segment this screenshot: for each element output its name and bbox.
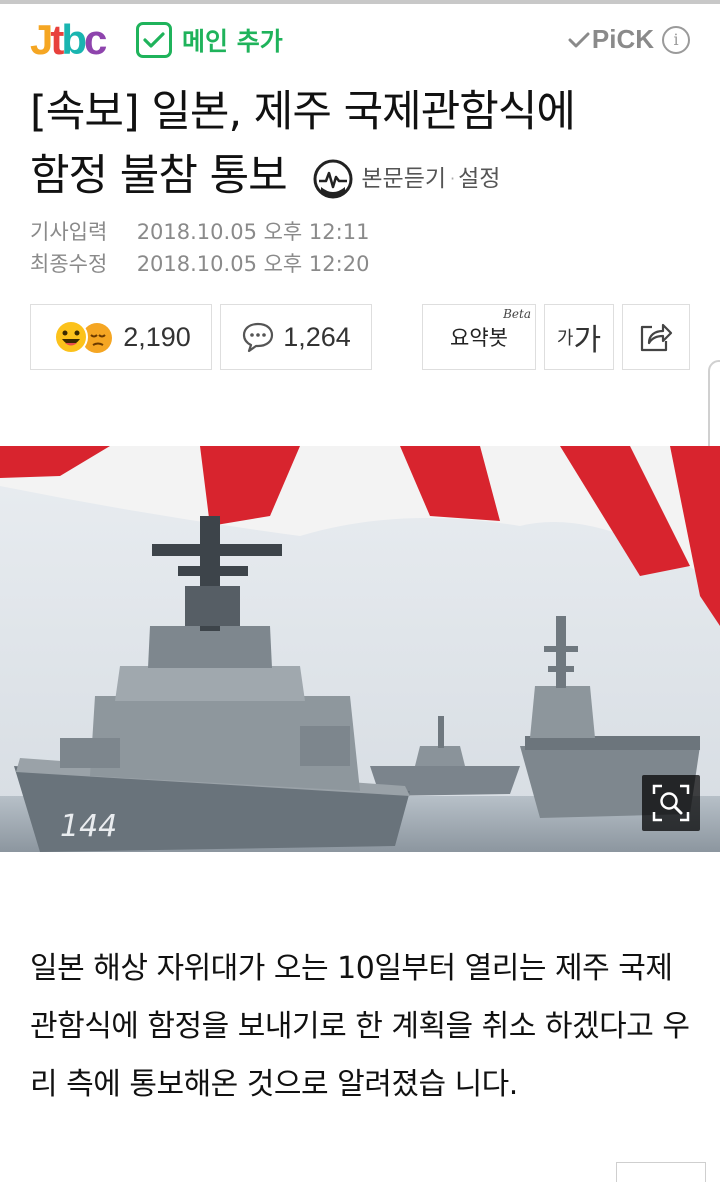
pick-check-icon [568,32,590,47]
reaction-emoji-icon [51,319,115,355]
title-line-2: 함정 불참 통보 [30,151,288,201]
logo-letter: b [61,16,87,63]
photo-zoom-button[interactable] [642,775,700,831]
comment-bubble-icon [243,322,274,353]
title-line-1: [속보] 일본, 제주 국제관함식에 [30,87,576,137]
beta-badge: Beta [503,307,531,321]
logo-letter: t [50,16,64,63]
article-photo[interactable]: 144 [0,446,720,852]
logo-letter: c [84,16,107,63]
info-icon[interactable]: i [662,25,690,54]
check-icon [136,22,172,58]
separator-dot: · [450,168,455,188]
jtbc-logo[interactable]: J t b c [30,16,107,63]
settings-link[interactable]: 설정 [458,147,500,211]
logo-letter: J [30,16,53,63]
listen-label[interactable]: 본문듣기 [361,147,446,211]
listen-control[interactable]: 본문듣기 · 설정 [313,147,500,211]
article-body: 일본 해상 자위대가 오는 10일부터 열리는 제주 국제관함식에 함정을 보내… [30,951,690,1102]
input-date-value: 2018.10.05 오후 12:11 [136,220,370,244]
font-big-glyph: 가 [573,323,602,358]
article-title: [속보] 일본, 제주 국제관함식에 함정 불참 통보 본문듣기 · 설정 [30,80,690,211]
hull-number: 144 [60,809,117,844]
pick-label: PiCK [591,24,654,54]
reaction-button[interactable]: 2,190 [30,304,212,370]
summary-bot-button[interactable]: 요약봇 Beta [422,304,536,370]
share-button[interactable] [622,304,690,370]
font-small-glyph: 가 [556,328,574,349]
article-dates: 기사입력 2018.10.05 오후 12:11 최종수정 2018.10.05… [30,216,369,280]
modified-date-value: 2018.10.05 오후 12:20 [136,252,370,276]
audio-listen-icon [313,159,353,198]
input-date-row: 기사입력 2018.10.05 오후 12:11 [30,216,369,248]
comment-count: 1,264 [283,321,351,352]
summary-bot-label: 요약봇 [450,326,508,350]
floating-bottom-box[interactable] [616,1162,706,1182]
pick-badge[interactable]: PiCK i [568,24,690,55]
input-date-label: 기사입력 [30,220,108,244]
warship-photo: 144 [0,446,720,852]
zoom-magnifier-icon [652,784,690,822]
add-to-main-button[interactable]: 메인 추가 [136,22,283,58]
article-header: J t b c 메인 추가 PiCK i [0,4,720,70]
modified-date-label: 최종수정 [30,252,108,276]
reaction-count: 2,190 [123,321,191,352]
font-size-button[interactable]: 가 가 [544,304,614,370]
modified-date-row: 최종수정 2018.10.05 오후 12:20 [30,248,369,280]
add-main-label: 메인 추가 [182,27,283,56]
comment-button[interactable]: 1,264 [220,304,372,370]
share-icon [640,323,673,352]
